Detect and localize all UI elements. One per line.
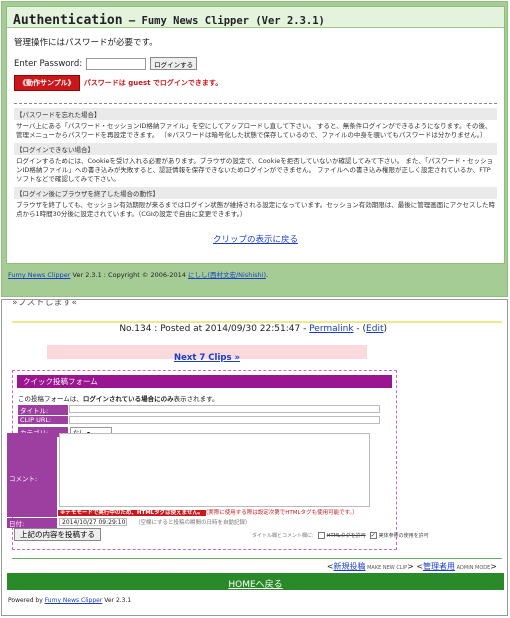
auth-subtitle: – Fumy News Clipper (Ver 2.3.1) [122,15,325,27]
auth-window: Authentication – Fumy News Clipper (Ver … [1,1,508,297]
admin-link[interactable]: 管理者用 [423,562,455,571]
sample-badge: 《動作サンプル》 [14,75,80,91]
note-text: この投稿フォームは、 [18,395,83,403]
new-post-small: MAKE NEW CLIP [365,565,408,571]
demo-warning-text: ※デモモードで実行中のため、HTMLタグは使えません。 [58,510,206,516]
post-meta: No.134 : Posted at 2014/09/30 22:51:47 -… [119,324,387,334]
auth-content: Authentication – Fumy News Clipper (Ver … [6,6,505,264]
options-prefix: タイトル欄とコメント欄に: [252,533,314,539]
permalink-link[interactable]: Permalink [309,324,353,334]
post-meta-text: No.134 : Posted at 2014/09/30 22:51:47 - [119,324,310,334]
page-footer: Powered by Fumy News Clipper Ver 2.3.1 [8,597,131,604]
date-input[interactable]: 2014/10/27 09:29:10 [59,518,127,526]
footer-app-link-bottom[interactable]: Fumy News Clipper [45,597,103,604]
green-divider [12,558,502,559]
help-text-cannot-login: ログインするためには、Cookieを受け入れる必要があります。ブラウザの設定で、… [16,157,494,183]
title-label: タイトル: [18,405,68,415]
sample-text: パスワードは guest でログインできます。 [83,79,223,87]
edit-link[interactable]: Edit [366,324,383,334]
password-label: Enter Password: [14,58,83,69]
sample-notice: 《動作サンプル》 パスワードは guest でログインできます。 [14,75,497,91]
demo-warning: ※デモモードで実行中のため、HTMLタグは使えません。 （実際に使用する際は設定次… [58,508,358,516]
help-heading-cannot-login: 【ログインできない場合】 [14,143,497,155]
password-required-message: 管理操作にはパスワードが必要です。 [14,38,158,48]
auth-header: Authentication – Fumy News Clipper (Ver … [7,7,504,28]
help-text-forgot: サーバ上にある「パスワード・セッションID格納ファイル」を空にしてアップロードし… [16,122,492,139]
password-row: Enter Password: ログインする [14,57,497,70]
date-hint: （空欄にすると投稿の瞬間の日時を自動記録） [135,520,251,526]
html-tag-option-label: HTMLタグを許可 [326,533,366,539]
password-input[interactable] [86,57,147,70]
date-row: 日付: 2014/10/27 09:29:10 （空欄にすると投稿の瞬間の日時を… [7,518,251,528]
partial-text: »プストします« [12,299,78,308]
help-heading-after-exit: 【ログイン後にブラウザを終了した場合の動作】 [14,187,497,199]
admin-small: ADMIN MODE [455,565,491,571]
title-input[interactable] [69,405,380,413]
submit-post-button[interactable]: 上記の内容を投稿する [14,528,101,541]
auth-footer: Fumy News Clipper Ver 2.3.1 : Copyright … [8,269,268,279]
dashed-divider [14,103,497,104]
note-bold: ログインされている場合にのみ [82,395,174,403]
back-to-clips-link[interactable]: クリップの表示に戻る [7,233,504,245]
footer-version: Ver 2.3.1 [102,597,132,604]
post-meta-end: ) [383,324,387,334]
comment-label: コメント: [7,433,57,517]
auth-title: Authentication [13,13,123,28]
footer-period: . [266,271,269,279]
help-text-after-exit: ブラウザを終了しても、セッション有効期限が来るまではログイン状態が維持される設定… [16,201,495,218]
comment-textarea[interactable] [59,433,370,507]
entity-ref-checkbox[interactable]: ✓ [369,532,377,539]
next-clips-link[interactable]: Next 7 Clips » [174,353,240,363]
bottom-nav: <新規投稿 MAKE NEW CLIP> <管理者用 ADMIN MODE> [326,562,497,571]
quick-form-note: この投稿フォームは、ログインされている場合にのみ表示されます。 [18,393,396,403]
quick-form-heading: クイック投稿フォーム [17,375,392,388]
footer-copyright: Ver 2.3.1 : Copyright © 2006-2014 [70,271,188,279]
note-text-end: 表示されます。 [173,395,219,403]
url-row: CLIP URL: [18,416,380,424]
yellow-divider [12,321,502,323]
html-options: タイトル欄とコメント欄に: HTMLタグを許可 ✓ 実体参照の使用を許可 [252,532,429,539]
date-label: 日付: [7,518,57,528]
footer-app-link[interactable]: Fumy News Clipper [8,271,70,279]
footer-prefix: Powered by [8,597,45,604]
demo-warning-note: （実際に使用する際は設定次第でHTMLタグも使用可能です。） [205,510,358,516]
help-sections: 【パスワードを忘れた場合】 サーバ上にある「パスワード・セッションID格納ファイ… [7,108,504,219]
login-button[interactable]: ログインする [150,57,198,70]
footer-author-link[interactable]: にしし(西村文宏/Nishishi) [188,271,266,279]
title-row: タイトル: [18,405,380,415]
html-tag-checkbox[interactable] [317,532,325,539]
help-heading-forgot: 【パスワードを忘れた場合】 [14,108,497,120]
home-link[interactable]: HOMEへ戻る [228,580,282,590]
clips-page: »プストします« No.134 : Posted at 2014/09/30 2… [1,299,508,616]
post-meta-mid: - ( [353,324,367,334]
next-clips-bar: Next 7 Clips » [47,345,367,363]
home-bar: HOMEへ戻る [7,573,504,590]
entity-ref-option-label: 実体参照の使用を許可 [378,533,429,539]
url-input[interactable] [69,416,380,424]
url-label: CLIP URL: [18,416,68,424]
new-post-link[interactable]: 新規投稿 [334,562,366,571]
